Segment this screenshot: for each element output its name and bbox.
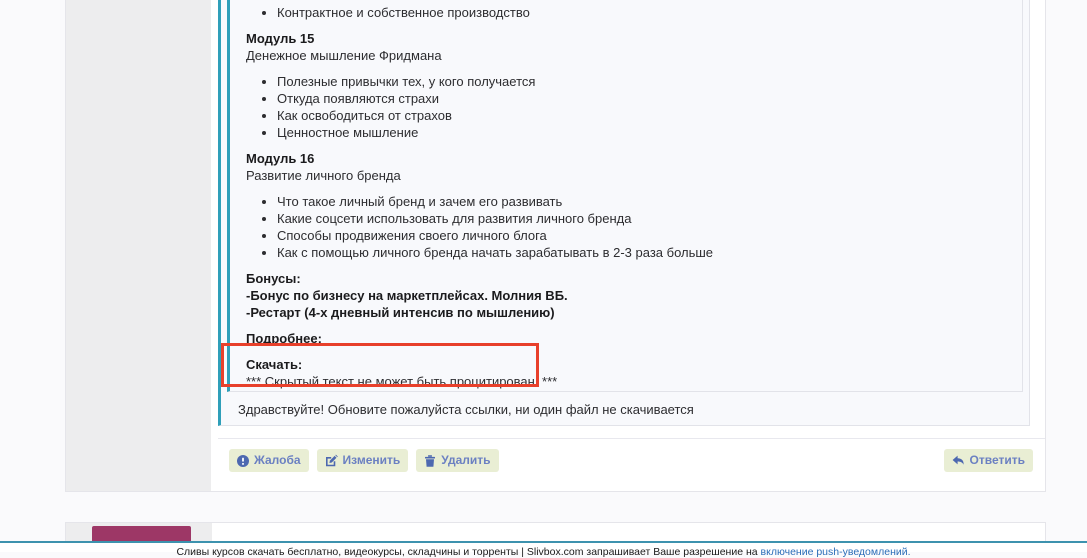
post-message-cell: Контрактное и собственное производство М… [211,0,1045,491]
push-permission-text: Сливы курсов скачать бесплатно, видеокур… [176,547,910,557]
report-button[interactable]: Жалоба [229,449,309,472]
bullet-item: Откуда появляются страхи [277,90,1006,107]
report-icon [237,455,249,467]
bonus-line: -Рестарт (4-х дневный интенсив по мышлен… [246,304,1006,321]
bullet-item: Какие соцсети использовать для развития … [277,210,1006,227]
bullet-item: Полезные привычки тех, у кого получается [277,73,1006,90]
module-subtitle: Развитие личного бренда [246,167,1006,184]
course-bullet-list: Полезные привычки тех, у кого получается… [246,73,1006,141]
module-block: Модуль 15 Денежное мышление Фридмана [246,30,1006,64]
hidden-text-notice: *** Скрытый текст не может быть процитир… [246,373,1006,390]
download-label: Скачать: [246,356,1006,373]
reply-button[interactable]: Ответить [944,449,1033,472]
bullet-item: Что такое личный бренд и зачем его разви… [277,193,1006,210]
module-block: Модуль 16 Развитие личного бренда [246,150,1006,184]
quoted-course-description: Контрактное и собственное производство М… [227,0,1023,392]
post-user-column [66,0,211,491]
bonuses-block: Бонусы: -Бонус по бизнесу на маркетплейс… [246,270,1006,321]
bonus-line: -Бонус по бизнесу на маркетплейсах. Молн… [246,287,1006,304]
module-subtitle: Денежное мышление Фридмана [246,47,1006,64]
edit-button-label: Изменить [343,454,401,467]
trash-icon [424,455,436,467]
push-permission-message: Сливы курсов скачать бесплатно, видеокур… [176,546,757,558]
push-permission-bar: Сливы курсов скачать бесплатно, видеокур… [0,541,1087,552]
report-button-label: Жалоба [254,454,301,467]
edit-icon [325,454,338,467]
delete-button[interactable]: Удалить [416,449,498,472]
module-title: Модуль 15 [246,30,1006,47]
bullet-item: Как освободиться от страхов [277,107,1006,124]
reply-button-label: Ответить [970,454,1025,467]
bullet-item: Ценностное мышление [277,124,1006,141]
message-footer: Жалоба Изменить Удалить Ответить [218,439,1045,472]
course-bullet-list: Что такое личный бренд и зачем его разви… [246,193,1006,261]
download-block: Скачать: *** Скрытый текст не может быть… [246,356,1006,390]
reply-text: Здравствуйте! Обновите пожалуйста ссылки… [221,392,1029,425]
module-title: Модуль 16 [246,150,1006,167]
quote-outer: Контрактное и собственное производство М… [218,0,1030,426]
course-bullet-list: Контрактное и собственное производство [246,4,1006,21]
bonuses-title: Бонусы: [246,270,1006,287]
delete-button-label: Удалить [441,454,490,467]
bullet-item: Как с помощью личного бренда начать зара… [277,244,1006,261]
push-permission-link[interactable]: включение push-уведомлений. [761,546,911,558]
more-label: Подробнее: [246,330,1006,347]
post-card: Контрактное и собственное производство М… [65,0,1046,492]
edit-button[interactable]: Изменить [317,449,409,472]
bullet-item: Контрактное и собственное производство [277,4,1006,21]
bullet-item: Способы продвижения своего личного блога [277,227,1006,244]
reply-arrow-icon [952,455,965,467]
